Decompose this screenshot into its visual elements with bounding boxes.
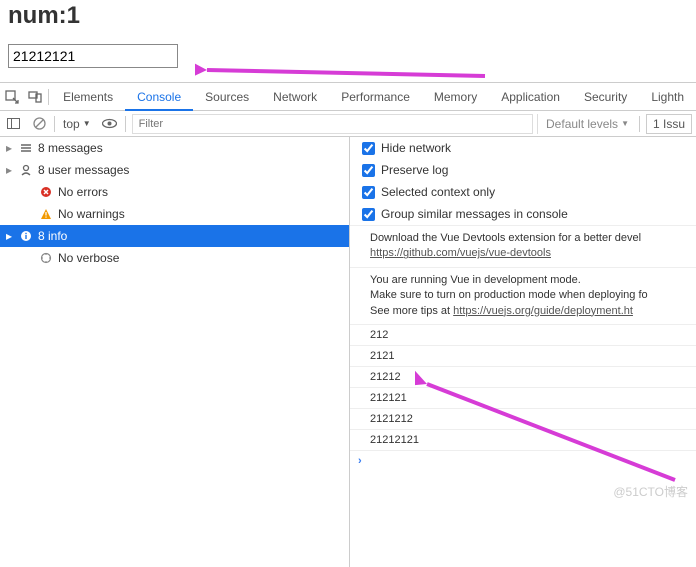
sidebar-item-warnings[interactable]: No warnings bbox=[0, 203, 349, 225]
tab-lighthouse[interactable]: Lighth bbox=[639, 83, 696, 111]
tab-console[interactable]: Console bbox=[125, 83, 193, 111]
devtools-tabstrip: Elements Console Sources Network Perform… bbox=[0, 83, 696, 111]
devtools-link[interactable]: https://github.com/vuejs/vue-devtools bbox=[370, 247, 551, 259]
verbose-icon bbox=[40, 252, 52, 264]
messages-icon bbox=[20, 143, 32, 153]
sidebar-toggle-icon[interactable] bbox=[0, 118, 26, 129]
option-preserve-log[interactable]: Preserve log bbox=[350, 159, 696, 181]
console-sidebar: ▸ 8 messages ▸ 8 user messages No errors… bbox=[0, 137, 350, 567]
console-log-line: 21212121 bbox=[350, 429, 696, 450]
console-toolbar: top▼ Default levels▼ 1 Issu bbox=[0, 111, 696, 137]
watermark: @51CTO博客 bbox=[613, 483, 688, 500]
tab-network[interactable]: Network bbox=[261, 83, 329, 111]
console-log-line: 212121 bbox=[350, 387, 696, 408]
clear-console-icon[interactable] bbox=[26, 117, 52, 130]
sidebar-item-errors[interactable]: No errors bbox=[0, 181, 349, 203]
tab-application[interactable]: Application bbox=[489, 83, 572, 111]
main-input[interactable] bbox=[8, 44, 178, 68]
levels-selector[interactable]: Default levels▼ bbox=[537, 114, 637, 134]
option-hide-network[interactable]: Hide network bbox=[350, 137, 696, 159]
console-log-line: 2121 bbox=[350, 345, 696, 366]
sidebar-item-user-messages[interactable]: ▸ 8 user messages bbox=[0, 159, 349, 181]
console-log-line: 2121212 bbox=[350, 408, 696, 429]
tab-security[interactable]: Security bbox=[572, 83, 639, 111]
issues-button[interactable]: 1 Issu bbox=[646, 114, 692, 134]
console-message: You are running Vue in development mode.… bbox=[350, 267, 696, 324]
live-expression-icon[interactable] bbox=[97, 118, 123, 129]
info-icon bbox=[20, 230, 32, 242]
console-log-line: 212 bbox=[350, 324, 696, 345]
warning-icon bbox=[40, 208, 52, 220]
console-message: Download the Vue Devtools extension for … bbox=[350, 225, 696, 267]
option-group-similar[interactable]: Group similar messages in console bbox=[350, 203, 696, 225]
sidebar-item-messages[interactable]: ▸ 8 messages bbox=[0, 137, 349, 159]
error-icon bbox=[40, 186, 52, 198]
sidebar-item-info[interactable]: ▸ 8 info bbox=[0, 225, 349, 247]
console-prompt[interactable]: › bbox=[350, 450, 696, 471]
deployment-link[interactable]: https://vuejs.org/guide/deployment.ht bbox=[453, 305, 633, 317]
device-icon[interactable] bbox=[23, 90, 46, 104]
tab-sources[interactable]: Sources bbox=[193, 83, 261, 111]
filter-input[interactable] bbox=[132, 114, 533, 134]
inspect-icon[interactable] bbox=[0, 90, 23, 104]
tab-memory[interactable]: Memory bbox=[422, 83, 489, 111]
console-log-line: 21212 bbox=[350, 366, 696, 387]
context-selector[interactable]: top▼ bbox=[57, 117, 97, 131]
user-icon bbox=[20, 164, 32, 176]
option-selected-context[interactable]: Selected context only bbox=[350, 181, 696, 203]
tab-performance[interactable]: Performance bbox=[329, 83, 422, 111]
tab-elements[interactable]: Elements bbox=[51, 83, 125, 111]
sidebar-item-verbose[interactable]: No verbose bbox=[0, 247, 349, 269]
num-label: num:1 bbox=[8, 2, 688, 30]
